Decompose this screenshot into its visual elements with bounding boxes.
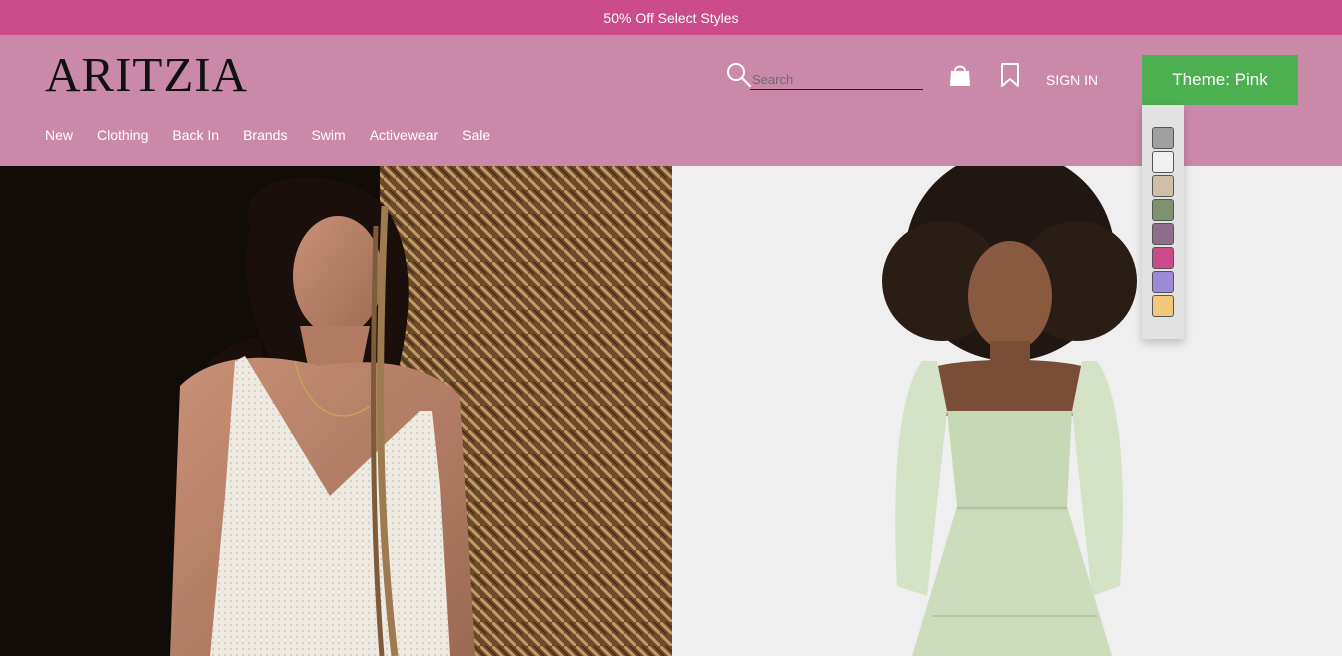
nav-item-activewear[interactable]: Activewear — [370, 127, 438, 143]
sign-in-link[interactable]: SIGN IN — [1046, 72, 1098, 88]
site-header: ARITZIA SIGN IN Theme: Pink New Clothing… — [0, 35, 1342, 166]
search-icon[interactable] — [726, 62, 752, 88]
hero-image-right[interactable] — [672, 166, 1342, 656]
promo-bar: 50% Off Select Styles — [0, 0, 1342, 35]
theme-swatch[interactable] — [1152, 223, 1174, 245]
hero-section — [0, 166, 1342, 656]
theme-swatch[interactable] — [1152, 151, 1174, 173]
theme-swatch[interactable] — [1152, 127, 1174, 149]
main-nav: New Clothing Back In Brands Swim Activew… — [45, 127, 514, 143]
nav-item-back-in[interactable]: Back In — [172, 127, 219, 143]
theme-swatch[interactable] — [1152, 199, 1174, 221]
theme-swatch[interactable] — [1152, 271, 1174, 293]
theme-swatch[interactable] — [1152, 175, 1174, 197]
theme-swatch[interactable] — [1152, 247, 1174, 269]
hero-right-illustration — [672, 166, 1342, 656]
nav-item-brands[interactable]: Brands — [243, 127, 287, 143]
theme-swatch[interactable] — [1152, 295, 1174, 317]
hero-image-left[interactable] — [0, 166, 672, 656]
nav-item-new[interactable]: New — [45, 127, 73, 143]
theme-button[interactable]: Theme: Pink — [1142, 55, 1298, 105]
shopping-bag-icon[interactable] — [947, 62, 973, 88]
brand-logo[interactable]: ARITZIA — [45, 50, 248, 99]
nav-item-clothing[interactable]: Clothing — [97, 127, 148, 143]
hero-left-illustration — [0, 166, 672, 656]
theme-swatch-panel — [1142, 105, 1184, 339]
bookmark-icon[interactable] — [998, 62, 1022, 88]
search-input[interactable] — [750, 70, 923, 90]
search-bar — [726, 62, 923, 90]
nav-item-swim[interactable]: Swim — [311, 127, 345, 143]
nav-item-sale[interactable]: Sale — [462, 127, 490, 143]
promo-link[interactable]: 50% Off Select Styles — [603, 10, 738, 26]
